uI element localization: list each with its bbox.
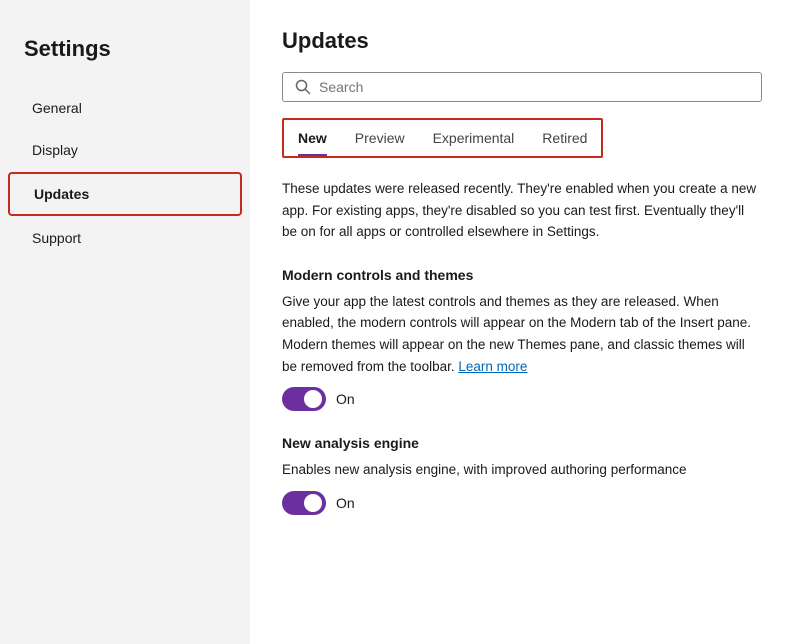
tab-experimental[interactable]: Experimental [419, 124, 529, 152]
feature-modern-controls: Modern controls and themes Give your app… [282, 267, 769, 411]
sidebar-item-updates[interactable]: Updates [8, 172, 242, 216]
search-icon [295, 79, 311, 95]
toggle-thumb-analysis [304, 494, 322, 512]
toggle-row-modern: On [282, 387, 769, 411]
feature-analysis-engine-title: New analysis engine [282, 435, 769, 451]
toggle-thumb-modern [304, 390, 322, 408]
tab-experimental-label: Experimental [433, 130, 515, 146]
sidebar-item-general[interactable]: General [8, 88, 242, 128]
sidebar: Settings General Display Updates Support [0, 0, 250, 644]
toggle-track-analysis [282, 491, 326, 515]
toggle-track-modern [282, 387, 326, 411]
tab-new-label: New [298, 130, 327, 146]
tab-preview[interactable]: Preview [341, 124, 419, 152]
app-title: Settings [0, 24, 250, 86]
tab-retired[interactable]: Retired [528, 124, 601, 152]
sidebar-item-support[interactable]: Support [8, 218, 242, 258]
learn-more-link-modern[interactable]: Learn more [458, 359, 527, 374]
feature-analysis-engine-description: Enables new analysis engine, with improv… [282, 459, 762, 481]
main-content: Updates New Preview Experimental Retired… [250, 0, 801, 644]
sidebar-item-label-updates: Updates [34, 186, 89, 202]
feature-modern-controls-description: Give your app the latest controls and th… [282, 291, 762, 377]
tabs-container: New Preview Experimental Retired [282, 118, 603, 158]
search-input[interactable] [319, 79, 749, 95]
toggle-label-analysis: On [336, 495, 355, 511]
search-bar-container [282, 72, 769, 102]
page-title: Updates [282, 28, 769, 54]
search-bar[interactable] [282, 72, 762, 102]
tab-preview-label: Preview [355, 130, 405, 146]
tab-new[interactable]: New [284, 124, 341, 152]
toggle-modern-controls[interactable] [282, 387, 326, 411]
sidebar-item-display[interactable]: Display [8, 130, 242, 170]
feature-analysis-engine: New analysis engine Enables new analysis… [282, 435, 769, 515]
toggle-analysis-engine[interactable] [282, 491, 326, 515]
tab-retired-label: Retired [542, 130, 587, 146]
sidebar-item-label-general: General [32, 100, 82, 116]
toggle-label-modern: On [336, 391, 355, 407]
feature-modern-controls-title: Modern controls and themes [282, 267, 769, 283]
tab-description: These updates were released recently. Th… [282, 178, 762, 243]
sidebar-item-label-display: Display [32, 142, 78, 158]
toggle-row-analysis: On [282, 491, 769, 515]
sidebar-item-label-support: Support [32, 230, 81, 246]
